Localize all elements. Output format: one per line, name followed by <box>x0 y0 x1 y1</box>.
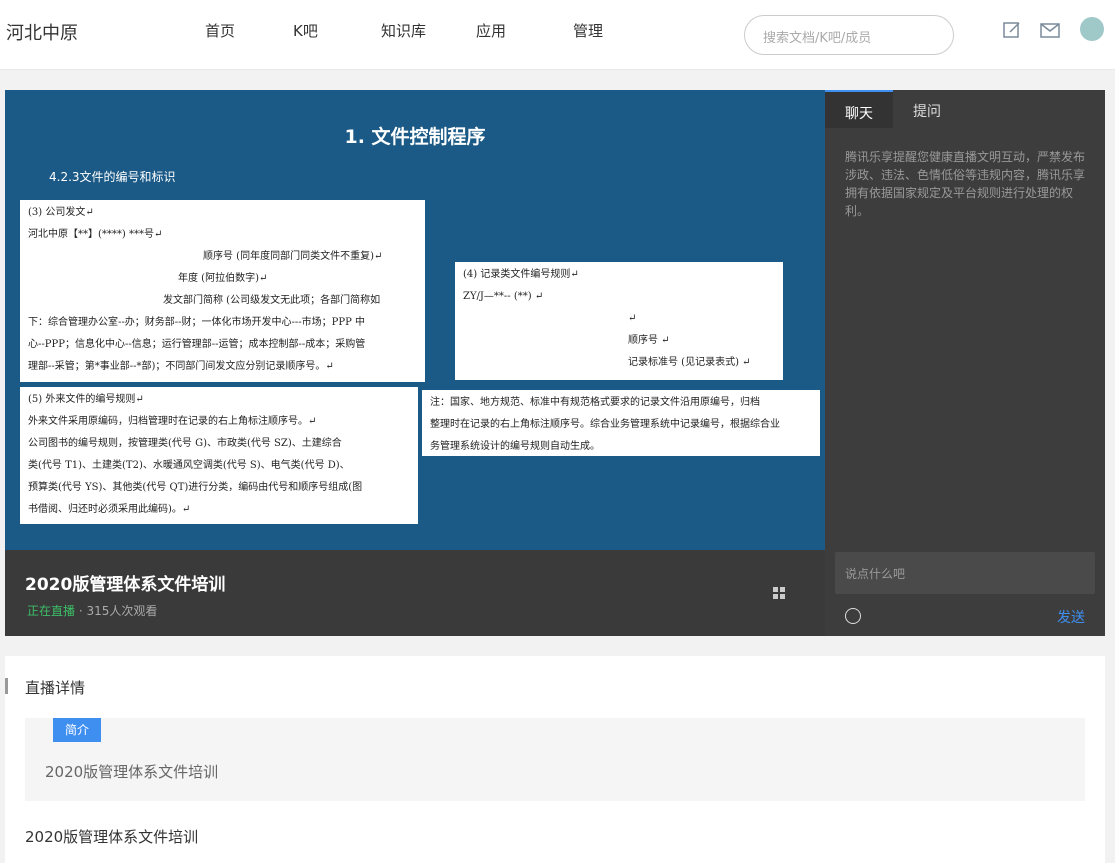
live-details: 直播详情 简介 2020版管理体系文件培训 2020版管理体系文件培训 <box>5 656 1105 863</box>
nav-home[interactable]: 首页 <box>205 20 235 41</box>
nav-apps[interactable]: 应用 <box>476 20 506 41</box>
send-button[interactable]: 发送 <box>1057 607 1085 627</box>
mail-icon[interactable] <box>1039 20 1061 40</box>
slide-box-records: (4) 记录类文件编号规则↵ ZY/J—**-- (**) ↵ ↵ 顺序号 ↵ 记录标准… <box>455 262 783 380</box>
qr-code-icon[interactable] <box>772 586 786 600</box>
slide-title: 1. 文件控制程序 <box>344 126 486 148</box>
avatar[interactable] <box>1080 17 1104 41</box>
nav-manage[interactable]: 管理 <box>573 20 603 41</box>
slide-view: 1. 文件控制程序 4.2.3文件的编号和标识 (3) 公司发文↵ 河北中原【**… <box>5 90 825 550</box>
site-logo[interactable]: 河北中原 <box>6 19 78 45</box>
search-input[interactable]: 搜索文档/K吧/成员 <box>744 15 954 55</box>
tab-chat[interactable]: 聊天 <box>825 90 893 128</box>
live-title: 2020版管理体系文件培训 <box>25 575 226 595</box>
slide-controls[interactable] <box>5 530 825 550</box>
footer-title: 2020版管理体系文件培训 <box>25 828 199 846</box>
details-heading: 直播详情 <box>25 679 86 697</box>
slide-subtitle: 4.2.3文件的编号和标识 <box>49 170 176 184</box>
chat-input[interactable]: 说点什么吧 <box>835 552 1095 594</box>
top-header: 河北中原 首页 K吧 知识库 应用 管理 搜索文档/K吧/成员 <box>0 0 1115 70</box>
intro-text: 2020版管理体系文件培训 <box>45 763 219 781</box>
live-status: 正在直播 · 315人次观看 <box>27 604 158 618</box>
edit-icon[interactable] <box>1001 20 1023 40</box>
emoji-icon[interactable] <box>845 608 861 624</box>
chat-panel: 聊天 提问 腾讯乐享提醒您健康直播文明互动，严禁发布涉政、违法、色情低俗等违规内… <box>825 90 1105 636</box>
intro-card: 简介 2020版管理体系文件培训 <box>25 718 1085 801</box>
slide-box-external: (5) 外来文件的编号规则↵ 外来文件采用原编码，归档管理时在记录的右上角标注顺序… <box>20 387 418 524</box>
intro-tag: 简介 <box>53 718 101 742</box>
nav-knowledge[interactable]: 知识库 <box>381 20 426 41</box>
slide-box-company: (3) 公司发文↵ 河北中原【**】(****) ***号↵ 顺序号 (同年度同部门… <box>20 200 425 382</box>
chat-notice: 腾讯乐享提醒您健康直播文明互动，严禁发布涉政、违法、色情低俗等违规内容，腾讯乐享… <box>845 150 1086 218</box>
live-player[interactable]: 1. 文件控制程序 4.2.3文件的编号和标识 (3) 公司发文↵ 河北中原【**… <box>5 90 825 636</box>
tab-question[interactable]: 提问 <box>893 90 961 128</box>
nav-kba[interactable]: K吧 <box>293 20 318 41</box>
slide-box-note: 注：国家、地方规范、标准中有规范格式要求的记录文件沿用原编号，归档 整理时在记录的… <box>422 390 820 456</box>
